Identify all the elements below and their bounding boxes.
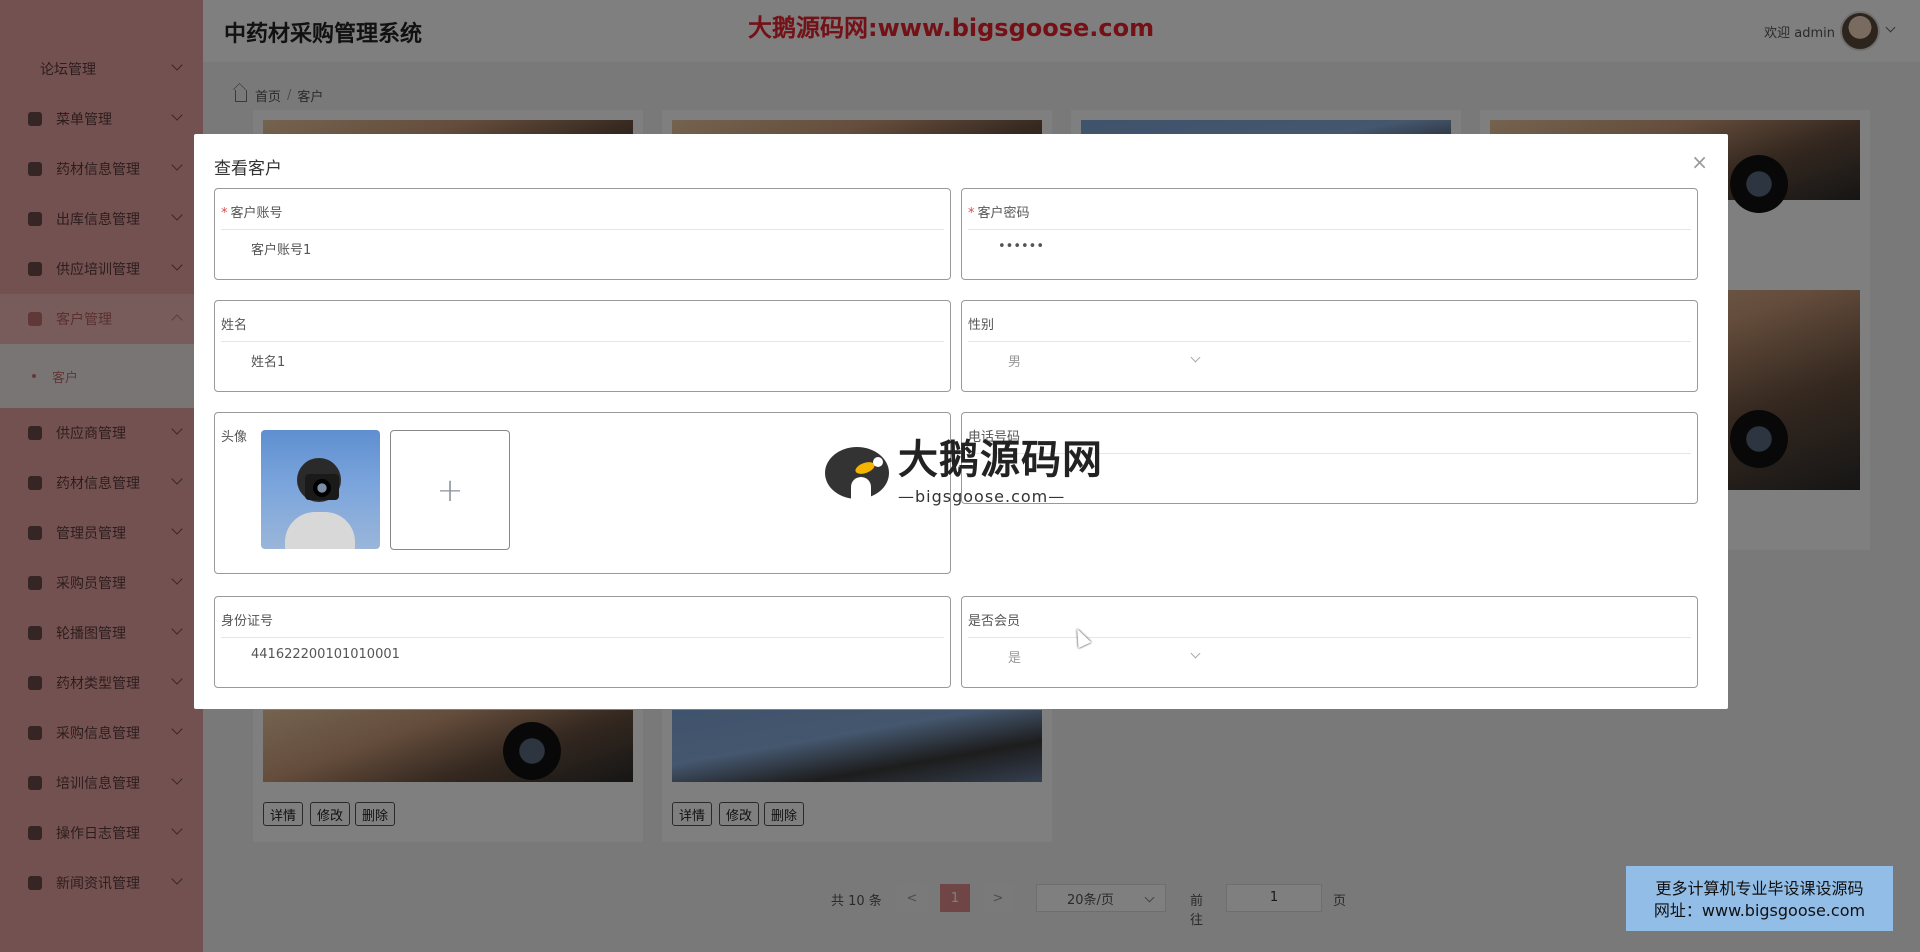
camera-lens	[313, 479, 331, 497]
close-icon[interactable]: ×	[1691, 152, 1708, 172]
chevron-down-icon[interactable]	[1190, 648, 1201, 659]
field-label-avatar: 头像	[221, 430, 248, 445]
name-field: 姓名 姓名1	[214, 300, 951, 392]
account-field: * 客户账号 客户账号1	[214, 188, 951, 280]
avatar-thumbnail[interactable]	[261, 430, 380, 549]
member-field: 是否会员 是	[961, 596, 1698, 688]
photo-person-body	[285, 512, 355, 549]
watermark-logo-text: 大鹅源码网	[898, 437, 1103, 483]
id-card-field: 身份证号 441622200101010001	[214, 596, 951, 688]
account-input[interactable]: 客户账号1	[251, 239, 311, 258]
promo-line-2: 网址：www.bigsgoose.com	[1653, 901, 1866, 920]
member-select[interactable]: 是	[1008, 647, 1021, 666]
goose-logo-icon	[825, 443, 891, 501]
field-label-id-card: 身份证号	[221, 610, 944, 638]
promo-banner[interactable]: 更多计算机专业毕设课设源码 网址：www.bigsgoose.com	[1626, 866, 1893, 931]
id-card-input[interactable]: 441622200101010001	[251, 647, 400, 662]
password-input[interactable]: ••••••	[998, 239, 1044, 254]
watermark-logo-url: —bigsgoose.com—	[898, 487, 1066, 506]
field-label-password: * 客户密码	[968, 202, 1691, 230]
gender-field: 性别 男	[961, 300, 1698, 392]
goose-neck	[851, 477, 871, 501]
goose-eye	[873, 457, 883, 467]
required-marker: *	[968, 206, 975, 221]
label-text: 客户账号	[230, 206, 283, 221]
label-text: 客户密码	[977, 206, 1030, 221]
gender-select[interactable]: 男	[1008, 351, 1021, 370]
view-customer-dialog: 查看客户 × * 客户账号 客户账号1 * 客户密码 •••••• 姓名 姓名1 性…	[194, 134, 1728, 709]
field-label-account: * 客户账号	[221, 202, 944, 230]
upload-add-button[interactable]: +	[390, 430, 510, 550]
field-label-gender: 性别	[968, 314, 1691, 342]
name-input[interactable]: 姓名1	[251, 351, 285, 370]
password-field: * 客户密码 ••••••	[961, 188, 1698, 280]
required-marker: *	[221, 206, 228, 221]
dialog-title: 查看客户	[214, 159, 282, 179]
field-label-name: 姓名	[221, 314, 944, 342]
chevron-down-icon[interactable]	[1190, 352, 1201, 363]
promo-line-1: 更多计算机专业毕设课设源码	[1655, 879, 1864, 898]
